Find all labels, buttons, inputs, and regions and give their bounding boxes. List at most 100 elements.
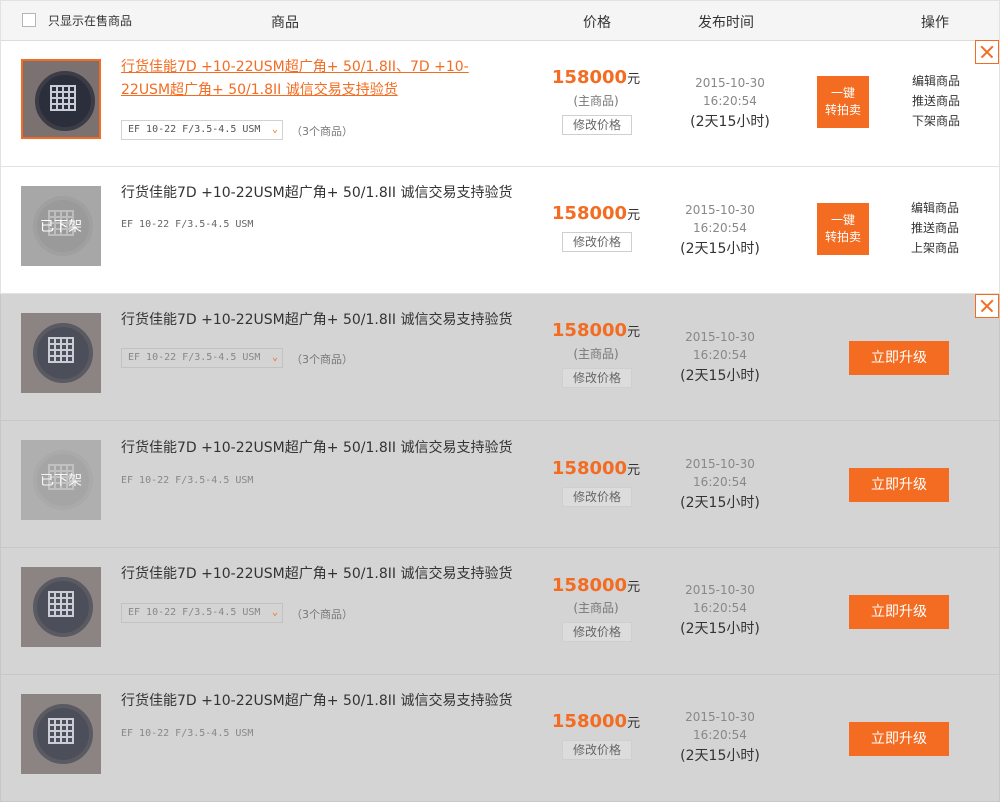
price: 158000元 <box>541 458 651 479</box>
edit-product-link[interactable]: 编辑商品 <box>905 198 965 218</box>
duration: (2天15小时) <box>680 241 760 257</box>
price-value: 158000 <box>551 203 628 224</box>
only-on-sale-label[interactable]: 只显示在售商品 <box>48 12 132 29</box>
one-key-label-2: 转拍卖 <box>824 230 861 244</box>
publish-date-value: 2015-10-30 <box>685 710 755 724</box>
grid-image <box>48 337 74 363</box>
publish-date-value: 2015-10-30 <box>685 457 755 471</box>
list-product-link[interactable]: 上架商品 <box>905 238 965 258</box>
upgrade-button[interactable]: 立即升级 <box>849 722 949 756</box>
spec-value: EF 10-22 F/3.5-4.5 USM <box>128 124 261 135</box>
product-thumbnail[interactable] <box>21 694 101 774</box>
item-count: （3个商品） <box>291 353 353 366</box>
publish-date-value: 2015-10-30 <box>685 330 755 344</box>
col-product: 商品 <box>271 15 299 31</box>
product-thumbnail[interactable]: 已下架 <box>21 186 101 266</box>
product-thumbnail[interactable] <box>21 59 101 139</box>
duration: (2天15小时) <box>680 748 760 764</box>
delist-product-link[interactable]: 下架商品 <box>906 111 966 131</box>
chevron-down-icon: ⌄ <box>271 352 278 363</box>
product-title[interactable]: 行货佳能7D +10-22USM超广角+ 50/1.8II 诚信交易支持验货 <box>121 437 521 460</box>
product-thumbnail[interactable] <box>21 313 101 393</box>
edit-price-button[interactable]: 修改价格 <box>562 740 632 760</box>
product-thumbnail[interactable]: 已下架 <box>21 440 101 520</box>
product-title[interactable]: 行货佳能7D +10-22USM超广角+ 50/1.8II 诚信交易支持验货 <box>121 309 521 332</box>
price-unit: 元 <box>627 72 641 87</box>
col-price: 价格 <box>583 15 611 31</box>
one-key-label-1: 一键 <box>830 86 855 100</box>
edit-price-button[interactable]: 修改价格 <box>562 232 632 252</box>
publish-date: 2015-10-30 16:20:54 <box>665 455 775 491</box>
publish-date-value: 2015-10-30 <box>685 583 755 597</box>
table-row: 行货佳能7D +10-22USM超广角+ 50/1.8II、7D +10-22U… <box>0 40 1000 167</box>
one-key-auction-button[interactable]: 一键 转拍卖 <box>817 203 869 255</box>
close-icon[interactable] <box>975 40 999 64</box>
product-thumbnail[interactable] <box>21 567 101 647</box>
col-publish-time: 发布时间 <box>698 15 754 31</box>
spec-select[interactable]: EF 10-22 F/3.5-4.5 USM ⌄ <box>121 120 283 140</box>
publish-time-value: 16:20:54 <box>693 475 747 489</box>
offline-label: 已下架 <box>40 219 82 235</box>
actions: 编辑商品 推送商品 上架商品 <box>905 198 965 258</box>
price: 158000元 <box>541 67 651 88</box>
table-row: 行货佳能7D +10-22USM超广角+ 50/1.8II 诚信交易支持验货 E… <box>0 675 1000 802</box>
price-value: 158000 <box>551 458 628 479</box>
spec-value: EF 10-22 F/3.5-4.5 USM <box>121 728 254 739</box>
price-unit: 元 <box>627 208 641 223</box>
duration: (2天15小时) <box>680 495 760 511</box>
product-title-link[interactable]: 行货佳能7D +10-22USM超广角+ 50/1.8II、7D +10-22U… <box>121 56 511 102</box>
price-value: 158000 <box>551 67 628 88</box>
publish-time-value: 16:20:54 <box>703 94 757 108</box>
product-title[interactable]: 行货佳能7D +10-22USM超广角+ 50/1.8II 诚信交易支持验货 <box>121 690 521 713</box>
edit-product-link[interactable]: 编辑商品 <box>906 71 966 91</box>
publish-date: 2015-10-30 16:20:54 <box>665 328 775 364</box>
checkbox-icon[interactable] <box>22 13 36 27</box>
price-value: 158000 <box>551 575 628 596</box>
price: 158000元 <box>541 575 651 596</box>
product-title[interactable]: 行货佳能7D +10-22USM超广角+ 50/1.8II 诚信交易支持验货 <box>121 182 521 205</box>
table-row: 已下架 行货佳能7D +10-22USM超广角+ 50/1.8II 诚信交易支持… <box>0 167 1000 294</box>
price: 158000元 <box>541 711 651 732</box>
publish-time-value: 16:20:54 <box>693 728 747 742</box>
price-unit: 元 <box>627 325 641 340</box>
actions: 编辑商品 推送商品 下架商品 <box>906 71 966 131</box>
publish-time-value: 16:20:54 <box>693 221 747 235</box>
product-list: 只显示在售商品 商品 价格 发布时间 操作 行货佳能7D +10-22USM超广… <box>0 0 1000 802</box>
table-row: 行货佳能7D +10-22USM超广角+ 50/1.8II 诚信交易支持验货 E… <box>0 294 1000 421</box>
duration: (2天15小时) <box>680 368 760 384</box>
upgrade-button[interactable]: 立即升级 <box>849 341 949 375</box>
push-product-link[interactable]: 推送商品 <box>905 218 965 238</box>
edit-price-button[interactable]: 修改价格 <box>562 487 632 507</box>
offline-label: 已下架 <box>40 473 82 489</box>
item-count: （3个商品） <box>291 608 353 621</box>
publish-date: 2015-10-30 16:20:54 <box>675 74 785 110</box>
publish-date: 2015-10-30 16:20:54 <box>665 581 775 617</box>
edit-price-button[interactable]: 修改价格 <box>562 368 632 388</box>
spec-value: EF 10-22 F/3.5-4.5 USM <box>128 352 261 363</box>
spec-value: EF 10-22 F/3.5-4.5 USM <box>121 219 254 230</box>
product-title[interactable]: 行货佳能7D +10-22USM超广角+ 50/1.8II 诚信交易支持验货 <box>121 563 521 586</box>
close-icon[interactable] <box>975 294 999 318</box>
price-value: 158000 <box>551 711 628 732</box>
publish-time-value: 16:20:54 <box>693 601 747 615</box>
spec-select[interactable]: EF 10-22 F/3.5-4.5 USM ⌄ <box>121 603 283 623</box>
table-row: 行货佳能7D +10-22USM超广角+ 50/1.8II 诚信交易支持验货 E… <box>0 548 1000 675</box>
col-actions: 操作 <box>921 15 949 31</box>
one-key-label-2: 转拍卖 <box>824 103 861 117</box>
push-product-link[interactable]: 推送商品 <box>906 91 966 111</box>
duration: (2天15小时) <box>690 114 770 130</box>
edit-price-button[interactable]: 修改价格 <box>562 115 632 135</box>
one-key-auction-button[interactable]: 一键 转拍卖 <box>817 76 869 128</box>
item-count: （3个商品） <box>291 125 353 138</box>
upgrade-button[interactable]: 立即升级 <box>849 468 949 502</box>
main-product-label: (主商品) <box>573 601 619 615</box>
grid-image <box>48 591 74 617</box>
spec-select[interactable]: EF 10-22 F/3.5-4.5 USM ⌄ <box>121 348 283 368</box>
table-row: 已下架 行货佳能7D +10-22USM超广角+ 50/1.8II 诚信交易支持… <box>0 421 1000 548</box>
one-key-label-1: 一键 <box>830 213 855 227</box>
spec-value: EF 10-22 F/3.5-4.5 USM <box>128 607 261 618</box>
upgrade-button[interactable]: 立即升级 <box>849 595 949 629</box>
edit-price-button[interactable]: 修改价格 <box>562 622 632 642</box>
publish-date-value: 2015-10-30 <box>685 203 755 217</box>
main-product-label: (主商品) <box>573 347 619 361</box>
